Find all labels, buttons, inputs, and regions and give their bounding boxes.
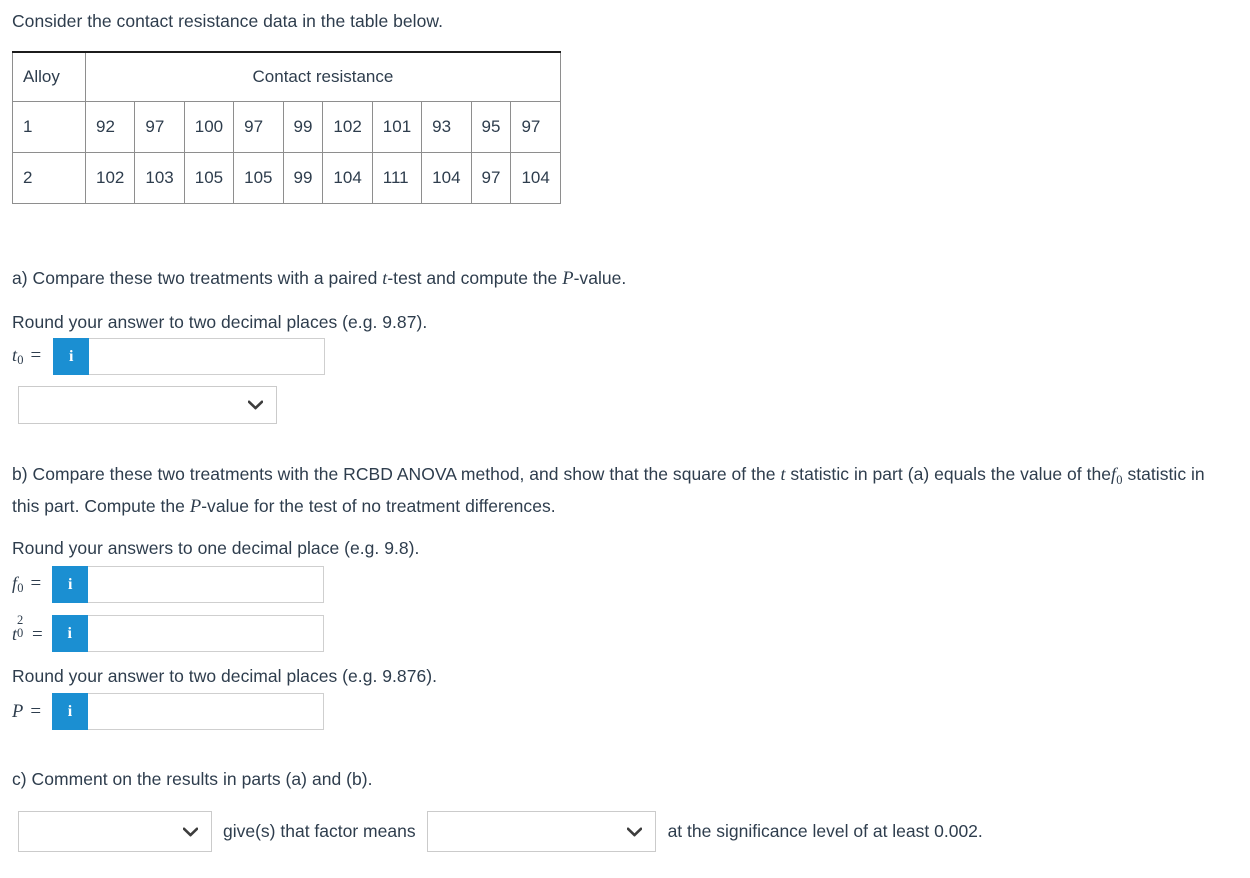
t0-squared-scripts: 20 bbox=[17, 613, 25, 640]
cell-value: 101 bbox=[371, 101, 423, 153]
part-a-prompt-text-1: a) Compare these two treatments with a p… bbox=[12, 268, 383, 288]
cell-alloy: 2 bbox=[12, 152, 86, 204]
part-a-P-symbol: P bbox=[562, 269, 574, 289]
part-c-answer-row: give(s) that factor means at the signifi… bbox=[18, 811, 983, 852]
cell-value: 105 bbox=[183, 152, 235, 204]
t0-squared-input-group: i bbox=[51, 615, 324, 652]
table-row: 2 102 103 105 105 99 104 111 104 97 104 bbox=[12, 152, 561, 204]
cell-value: 97 bbox=[233, 101, 284, 153]
cell-value: 95 bbox=[470, 101, 512, 153]
question-page: Consider the contact resistance data in … bbox=[0, 0, 1250, 878]
chevron-down-icon bbox=[248, 400, 263, 410]
equals-sign: = bbox=[32, 624, 43, 645]
part-b-P-symbol: P bbox=[189, 496, 202, 517]
chevron-down-icon bbox=[626, 827, 642, 836]
cell-value: 104 bbox=[510, 152, 561, 204]
part-a-conclusion-select[interactable] bbox=[18, 386, 277, 424]
cell-value: 99 bbox=[282, 152, 324, 204]
cell-value: 100 bbox=[183, 101, 235, 153]
P-input-group: i bbox=[52, 693, 325, 730]
info-icon[interactable]: i bbox=[52, 693, 89, 730]
t0-squared-subscript: 0 bbox=[17, 625, 24, 640]
contact-resistance-table-wrapper: Alloy Contact resistance 1 92 97 100 97 … bbox=[12, 51, 561, 204]
part-a-prompt-text-2: -test and compute the bbox=[387, 268, 563, 288]
f0-answer-row: f0 = i bbox=[12, 566, 325, 603]
cell-value: 104 bbox=[322, 152, 373, 204]
cell-value: 103 bbox=[134, 152, 185, 204]
table-row: 1 92 97 100 97 99 102 101 93 95 97 bbox=[12, 101, 561, 153]
equals-sign: = bbox=[30, 572, 42, 594]
cell-alloy: 1 bbox=[12, 101, 86, 153]
part-b-prompt: b) Compare these two treatments with the… bbox=[12, 461, 1212, 520]
f0-label: f0 = bbox=[12, 573, 41, 597]
table-header-row: Alloy Contact resistance bbox=[12, 51, 561, 102]
part-a-rounding-note: Round your answer to two decimal places … bbox=[12, 312, 428, 332]
header-contact-resistance: Contact resistance bbox=[85, 51, 561, 102]
cell-value: 93 bbox=[421, 101, 472, 153]
equals-sign: = bbox=[30, 344, 42, 366]
P-label: P = bbox=[12, 701, 41, 723]
cell-value: 105 bbox=[233, 152, 284, 204]
part-c-prompt: c) Comment on the results in parts (a) a… bbox=[12, 769, 373, 789]
equals-sign: = bbox=[30, 700, 42, 722]
part-c-middle-text: give(s) that factor means bbox=[223, 821, 416, 841]
t0-squared-answer-row: t 2 0 = i bbox=[12, 613, 324, 652]
part-b-rounding-note-2: Round your answer to two decimal places … bbox=[12, 666, 437, 686]
t0-input[interactable] bbox=[89, 338, 326, 375]
cell-value: 92 bbox=[84, 101, 136, 153]
t0-squared-input[interactable] bbox=[87, 615, 324, 652]
info-icon[interactable]: i bbox=[52, 566, 89, 603]
f0-subscript: 0 bbox=[17, 581, 24, 596]
part-a-prompt: a) Compare these two treatments with a p… bbox=[12, 265, 1242, 292]
header-alloy: Alloy bbox=[12, 51, 86, 102]
part-c-end-text: at the significance level of at least 0.… bbox=[667, 821, 983, 841]
t0-subscript: 0 bbox=[17, 353, 24, 368]
cell-value: 97 bbox=[134, 101, 185, 153]
cell-value: 102 bbox=[84, 152, 136, 204]
contact-resistance-table: Alloy Contact resistance 1 92 97 100 97 … bbox=[12, 51, 561, 204]
f0-input-group: i bbox=[52, 566, 325, 603]
info-icon[interactable]: i bbox=[53, 338, 90, 375]
t0-answer-row: t0 = i bbox=[12, 338, 326, 375]
P-symbol: P bbox=[12, 701, 24, 722]
cell-value: 99 bbox=[282, 101, 324, 153]
cell-value: 104 bbox=[421, 152, 472, 204]
P-input[interactable] bbox=[88, 693, 325, 730]
cell-value: 97 bbox=[470, 152, 512, 204]
f0-input[interactable] bbox=[88, 566, 325, 603]
part-c-select-2[interactable] bbox=[426, 811, 656, 852]
part-a-prompt-text-3: -value. bbox=[573, 268, 627, 288]
part-b-prompt-text-1: b) Compare these two treatments with the… bbox=[12, 464, 781, 484]
part-c-select-1[interactable] bbox=[18, 811, 212, 852]
part-b-prompt-text-4: -value for the test of no treatment diff… bbox=[201, 495, 556, 516]
intro-text: Consider the contact resistance data in … bbox=[12, 11, 443, 31]
cell-value: 111 bbox=[371, 152, 423, 204]
cell-value: 102 bbox=[322, 101, 373, 153]
info-icon[interactable]: i bbox=[51, 615, 88, 652]
t0-input-group: i bbox=[53, 338, 326, 375]
cell-value: 97 bbox=[510, 101, 561, 153]
t0-label: t0 = bbox=[12, 345, 41, 369]
t0-squared-label: t 2 0 = bbox=[12, 613, 43, 646]
chevron-down-icon bbox=[183, 827, 198, 836]
part-b-rounding-note-1: Round your answers to one decimal place … bbox=[12, 538, 420, 558]
P-answer-row: P = i bbox=[12, 693, 325, 730]
part-b-prompt-text-2: statistic in part (a) equals the value o… bbox=[785, 464, 1112, 484]
